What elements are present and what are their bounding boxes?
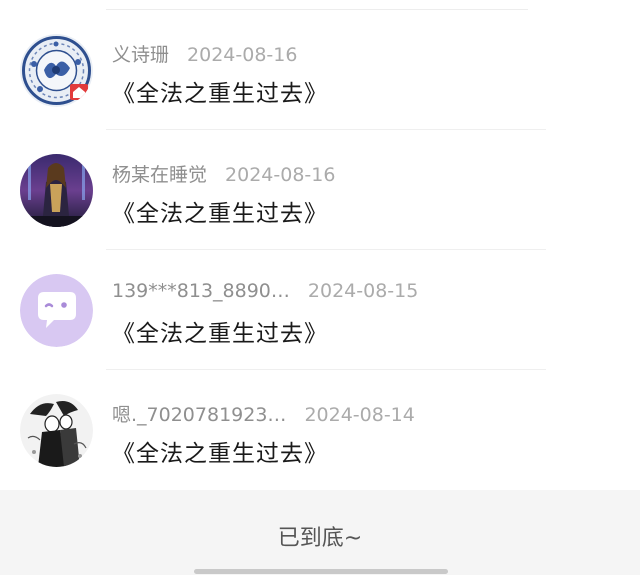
- comment-date: 2024-08-14: [304, 404, 415, 426]
- comment-item[interactable]: 嗯._7020781923… 2024-08-14 《全法之重生过去》: [0, 370, 640, 490]
- comment-list-page: 义诗珊 2024-08-16 《全法之重生过去》 杨某在睡觉 2024-08-1…: [0, 0, 640, 575]
- comment-item[interactable]: 义诗珊 2024-08-16 《全法之重生过去》: [0, 10, 640, 130]
- comment-meta: 139***813_8890… 2024-08-15: [112, 280, 418, 302]
- comment-text: 《全法之重生过去》: [112, 321, 328, 347]
- comment-text: 《全法之重生过去》: [112, 201, 328, 227]
- comment-item[interactable]: 139***813_8890… 2024-08-15 《全法之重生过去》: [0, 250, 640, 370]
- purple-chat-bubble-avatar-icon[interactable]: [20, 274, 93, 347]
- comment-item[interactable]: 杨某在睡觉 2024-08-16 《全法之重生过去》: [0, 130, 640, 250]
- stage-performer-avatar-icon[interactable]: [20, 154, 93, 227]
- home-indicator-bar[interactable]: [194, 569, 448, 574]
- comment-meta: 杨某在睡觉 2024-08-16: [112, 160, 335, 187]
- list-footer: 已到底~: [0, 490, 640, 575]
- comment-text: 《全法之重生过去》: [112, 441, 328, 467]
- comment-date: 2024-08-15: [307, 280, 419, 302]
- comment-date: 2024-08-16: [225, 164, 336, 186]
- comment-username[interactable]: 杨某在睡觉: [112, 164, 207, 186]
- comment-text: 《全法之重生过去》: [112, 81, 328, 107]
- comment-username[interactable]: 139***813_8890…: [112, 280, 290, 302]
- porcelain-plate-avatar-icon[interactable]: [20, 34, 93, 107]
- comment-username[interactable]: 义诗珊: [112, 44, 169, 66]
- comment-list: 义诗珊 2024-08-16 《全法之重生过去》 杨某在睡觉 2024-08-1…: [0, 10, 640, 490]
- sketch-character-avatar-icon[interactable]: [20, 394, 93, 467]
- comment-meta: 义诗珊 2024-08-16: [112, 40, 297, 67]
- comment-username[interactable]: 嗯._7020781923…: [112, 404, 286, 426]
- comment-date: 2024-08-16: [187, 44, 298, 66]
- end-of-list-text: 已到底~: [277, 526, 363, 551]
- comment-meta: 嗯._7020781923… 2024-08-14: [112, 400, 415, 427]
